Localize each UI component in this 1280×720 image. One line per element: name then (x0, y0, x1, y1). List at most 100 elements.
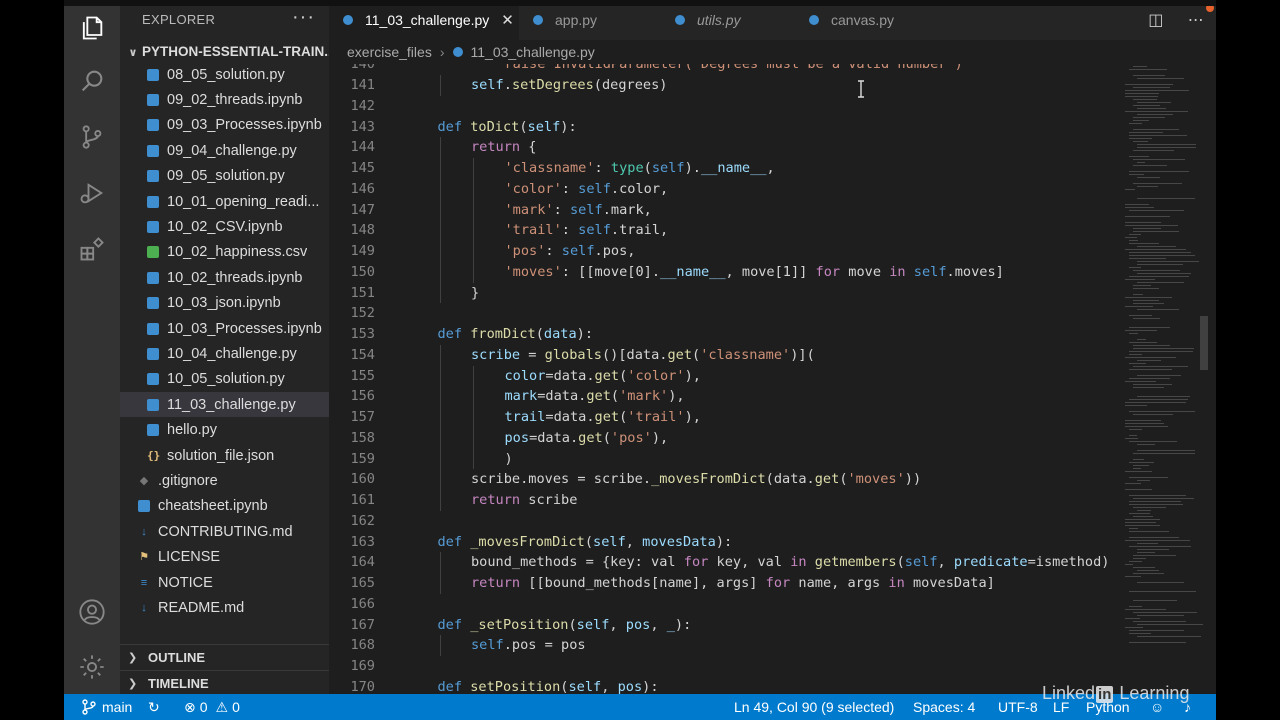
minimap-line (1129, 606, 1142, 607)
minimap-line (1125, 357, 1176, 358)
code-line: 165 return [[bound_methods[name], args] f… (329, 573, 1121, 594)
code-editor[interactable]: 140 raise InvalidParameter('Degrees must … (329, 64, 1121, 694)
minimap-line (1125, 540, 1190, 541)
minimap-line (1129, 342, 1157, 343)
python-file-icon (147, 170, 159, 183)
file-item[interactable]: 09_05_solution.py (120, 164, 329, 189)
search-icon[interactable] (64, 57, 120, 105)
branch-indicator[interactable]: main (82, 694, 132, 720)
extensions-icon[interactable] (64, 225, 120, 273)
minimap-line (1129, 504, 1183, 505)
file-item[interactable]: 09_03_Processes.ipynb (120, 113, 329, 138)
file-item[interactable]: hello.py (120, 417, 329, 442)
outline-section[interactable]: ❯ OUTLINE (120, 644, 329, 670)
scrollbar-thumb[interactable] (1200, 316, 1208, 370)
warning-count: 0 (232, 699, 240, 715)
indent-guide (439, 344, 441, 366)
code-line: 147 'mark': self.mark, (329, 200, 1121, 221)
code-token: def (437, 326, 471, 342)
indentation[interactable]: Spaces: 4 (913, 694, 975, 720)
file-item[interactable]: 10_03_Processes.ipynb (120, 316, 329, 341)
code-token: : (561, 222, 579, 239)
code-token: data (543, 326, 577, 342)
code-token: return (471, 492, 521, 508)
file-item[interactable]: 08_05_solution.py (120, 62, 329, 87)
code-line: 154 scribe = globals()[data.get('classnam… (329, 345, 1121, 366)
python-file-icon (343, 15, 353, 25)
tab-app[interactable]: app.py (519, 0, 661, 40)
code-token: def (437, 533, 471, 550)
code-token: self (576, 616, 610, 633)
code-token: 'moves' (504, 263, 562, 280)
indent-guide (439, 448, 441, 470)
code-token: , (609, 616, 626, 633)
file-item[interactable]: ◆ .gitignore (120, 468, 329, 493)
code-token: .pos, (594, 243, 636, 259)
file-item[interactable]: ↓ README.md (120, 595, 329, 620)
problems-indicator[interactable]: ⊗ 0 ⚠ 0 (184, 694, 240, 720)
file-item[interactable]: ⚑ LICENSE (120, 544, 329, 569)
file-item[interactable]: ≡ NOTICE (120, 570, 329, 595)
file-item[interactable]: ↓ CONTRIBUTING.md (120, 519, 329, 544)
code-token: getmembers (814, 554, 897, 571)
indent-guide (439, 199, 441, 221)
file-item[interactable]: 10_05_solution.py (120, 367, 329, 392)
file-item[interactable]: 10_04_challenge.py (120, 341, 329, 366)
code-token: get (814, 471, 840, 488)
source-control-icon[interactable] (64, 113, 120, 161)
cursor-position[interactable]: Ln 49, Col 90 (9 selected) (734, 694, 894, 720)
file-item[interactable]: 11_03_challenge.py (120, 392, 329, 418)
more-actions-icon[interactable]: ··· (292, 6, 315, 29)
python-file-icon (533, 15, 543, 25)
code-token: movesData] (904, 575, 995, 591)
minimap[interactable] (1121, 64, 1216, 694)
file-tree: 08_05_solution.py 09_02_threads.ipynb 09_0… (120, 62, 329, 621)
close-icon[interactable]: ✕ (501, 11, 514, 29)
file-item[interactable]: 10_02_CSV.ipynb (120, 214, 329, 239)
file-item[interactable]: 10_03_json.ipynb (120, 291, 329, 316)
file-item[interactable]: 10_01_opening_readi... (120, 189, 329, 214)
run-debug-icon[interactable] (64, 169, 120, 217)
file-item[interactable]: 09_02_threads.ipynb (120, 87, 329, 112)
code-line: 163 def _movesFromDict(self, movesData): (329, 532, 1121, 553)
settings-gear-icon[interactable] (64, 643, 120, 691)
line-number: 151 (350, 284, 375, 301)
tab-11-03-challenge[interactable]: 11_03_challenge.py ✕ (329, 0, 519, 40)
file-item[interactable]: 09_04_challenge.py (120, 138, 329, 163)
sync-icon[interactable]: ↻ (148, 694, 160, 720)
split-editor-icon[interactable]: ◫ (1148, 10, 1163, 30)
minimap-line (1133, 159, 1185, 160)
minimap-line (1129, 174, 1144, 175)
minimap-line (1137, 273, 1191, 274)
account-icon[interactable] (64, 588, 120, 636)
file-item[interactable]: {} solution_file.json (120, 443, 329, 468)
file-item[interactable]: 10_02_happiness.csv (120, 240, 329, 265)
file-item[interactable]: cheatsheet.ipynb (120, 494, 329, 519)
indent-guide (439, 282, 441, 304)
minimap-line (1129, 528, 1138, 529)
code-token: , (650, 616, 667, 633)
minimap-line (1129, 240, 1138, 241)
code-line: 151} (329, 283, 1121, 304)
tab-canvas[interactable]: canvas.py (795, 0, 945, 40)
breadcrumb-folder[interactable]: exercise_files (347, 44, 432, 60)
minimap-line (1129, 477, 1168, 478)
tab-utils[interactable]: utils.py (661, 0, 795, 40)
line-number: 169 (350, 658, 375, 674)
code-text: trail=data.get('trail'), (505, 407, 701, 428)
file-name: 09_05_solution.py (167, 168, 285, 185)
workspace-folder[interactable]: ∨ PYTHON-ESSENTIAL-TRAIN... (124, 44, 329, 62)
explorer-icon[interactable] (64, 4, 120, 52)
minimap-line (1133, 270, 1180, 271)
encoding[interactable]: UTF-8 (998, 694, 1038, 720)
file-item[interactable]: 10_02_threads.ipynb (120, 265, 329, 290)
code-token: scribe.moves = scribe. (471, 471, 652, 488)
minimap-line (1137, 444, 1155, 445)
code-token: for (815, 263, 841, 280)
breadcrumb-file[interactable]: 11_03_challenge.py (471, 44, 595, 60)
notebook-file-icon (147, 119, 159, 132)
timeline-section[interactable]: ❯ TIMELINE (120, 670, 329, 694)
more-actions-icon[interactable]: ⋯ (1188, 10, 1204, 30)
code-text: def fromDict(data): (438, 324, 594, 345)
minimap-line (1129, 171, 1189, 172)
